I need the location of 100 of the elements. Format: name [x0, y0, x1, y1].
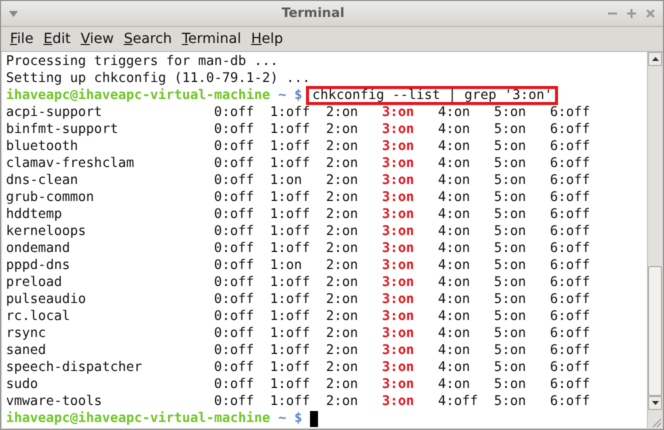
- runlevel-status: 6:off: [550, 104, 592, 121]
- runlevel-status: 4:on: [438, 308, 472, 325]
- menu-item[interactable]: Help: [246, 31, 288, 47]
- runlevel-status: 2:on: [326, 138, 360, 155]
- service-name: bluetooth: [6, 138, 80, 155]
- runlevel-status: 3:on: [382, 240, 416, 257]
- menu-item[interactable]: File: [5, 31, 38, 47]
- menu-item[interactable]: View: [76, 31, 119, 47]
- runlevel-status: 1:off: [270, 325, 312, 342]
- service-name: pulseaudio: [6, 291, 88, 308]
- runlevel-status: 2:on: [326, 308, 360, 325]
- runlevel-status: 6:off: [550, 121, 592, 138]
- menu-item[interactable]: Terminal: [176, 31, 246, 47]
- runlevel-status: 0:off: [214, 393, 256, 410]
- runlevel-status: 6:off: [550, 376, 592, 393]
- service-name: saned: [6, 342, 48, 359]
- runlevel-status: 4:on: [438, 172, 472, 189]
- runlevel-status: 2:on: [326, 291, 360, 308]
- runlevel-status: 2:on: [326, 240, 360, 257]
- prompt-path: ~ $: [278, 410, 302, 427]
- runlevel-status: 3:on: [382, 138, 416, 155]
- runlevel-status: 5:on: [494, 274, 528, 291]
- runlevel-status: 2:on: [326, 325, 360, 342]
- window-menu-icon[interactable]: [9, 10, 18, 16]
- scroll-up-button[interactable]: [648, 52, 662, 66]
- runlevel-status: 1:on: [270, 257, 304, 274]
- runlevel-status: 5:on: [494, 240, 528, 257]
- scroll-down-button[interactable]: [648, 396, 662, 410]
- prompt-user-host: ihaveapc@ihaveapc-virtual-machine: [6, 87, 270, 104]
- runlevel-status: 5:on: [494, 189, 528, 206]
- runlevel-status: 4:on: [438, 223, 472, 240]
- runlevel-status: 2:on: [326, 172, 360, 189]
- service-name: vmware-tools: [6, 393, 104, 410]
- service-name: clamav-freshclam: [6, 155, 136, 172]
- runlevel-status: 1:off: [270, 189, 312, 206]
- runlevel-status: 0:off: [214, 325, 256, 342]
- runlevel-status: 5:on: [494, 359, 528, 376]
- runlevel-status: 3:on: [382, 257, 416, 274]
- runlevel-status: 4:on: [438, 325, 472, 342]
- service-name: ondemand: [6, 240, 72, 257]
- service-name: rsync: [6, 325, 48, 342]
- service-name: sudo: [6, 376, 40, 393]
- output-line: Processing triggers for man-db ...: [6, 53, 278, 70]
- runlevel-status: 1:off: [270, 240, 312, 257]
- runlevel-status: 1:off: [270, 342, 312, 359]
- runlevel-status: 6:off: [550, 155, 592, 172]
- resize-grip-icon[interactable]: [650, 416, 662, 428]
- runlevel-status: 0:off: [214, 257, 256, 274]
- runlevel-status: 2:on: [326, 376, 360, 393]
- runlevel-status: 1:off: [270, 155, 312, 172]
- runlevel-status: 0:off: [214, 240, 256, 257]
- runlevel-status: 4:on: [438, 342, 472, 359]
- menu-item[interactable]: Search: [118, 31, 177, 47]
- service-name: acpi-support: [6, 104, 104, 121]
- output-line: Setting up chkconfig (11.0-79.1-2) ...: [6, 70, 310, 87]
- runlevel-status: 4:on: [438, 155, 472, 172]
- runlevel-status: 3:on: [382, 155, 416, 172]
- runlevel-status: 5:on: [494, 291, 528, 308]
- runlevel-status: 0:off: [214, 223, 256, 240]
- runlevel-status: 1:on: [270, 172, 304, 189]
- prompt-path: ~ $: [278, 87, 302, 104]
- runlevel-status: 0:off: [214, 172, 256, 189]
- runlevel-status: 0:off: [214, 104, 256, 121]
- runlevel-status: 4:on: [438, 104, 472, 121]
- runlevel-status: 2:on: [326, 155, 360, 172]
- minimize-icon[interactable]: [608, 12, 617, 15]
- runlevel-status: 0:off: [214, 206, 256, 223]
- service-name: binfmt-support: [6, 121, 120, 138]
- runlevel-status: 5:on: [494, 155, 528, 172]
- service-name: grub-common: [6, 189, 96, 206]
- runlevel-status: 1:off: [270, 223, 312, 240]
- runlevel-status: 3:on: [382, 172, 416, 189]
- runlevel-status: 5:on: [494, 172, 528, 189]
- runlevel-status: 6:off: [550, 325, 592, 342]
- runlevel-status: 3:on: [382, 325, 416, 342]
- runlevel-status: 5:on: [494, 121, 528, 138]
- runlevel-status: 0:off: [214, 189, 256, 206]
- service-name: preload: [6, 274, 64, 291]
- runlevel-status: 4:on: [438, 240, 472, 257]
- runlevel-status: 5:on: [494, 342, 528, 359]
- menu-item[interactable]: Edit: [38, 31, 76, 47]
- scrollbar[interactable]: [647, 52, 662, 428]
- runlevel-status: 3:on: [382, 359, 416, 376]
- runlevel-status: 3:on: [382, 274, 416, 291]
- scroll-thumb[interactable]: [648, 266, 662, 396]
- runlevel-status: 1:off: [270, 206, 312, 223]
- runlevel-status: 2:on: [326, 342, 360, 359]
- service-name: speech-dispatcher: [6, 359, 144, 376]
- command-text: chkconfig --list | grep '3:on': [306, 86, 558, 105]
- runlevel-status: 4:on: [438, 138, 472, 155]
- down-arrow-icon: [652, 401, 658, 405]
- close-icon[interactable]: [646, 9, 655, 18]
- runlevel-status: 3:on: [382, 291, 416, 308]
- runlevel-status: 3:on: [382, 206, 416, 223]
- runlevel-status: 6:off: [550, 223, 592, 240]
- runlevel-status: 5:on: [494, 376, 528, 393]
- runlevel-status: 2:on: [326, 104, 360, 121]
- runlevel-status: 1:off: [270, 376, 312, 393]
- service-name: kerneloops: [6, 223, 88, 240]
- maximize-icon[interactable]: [626, 9, 636, 18]
